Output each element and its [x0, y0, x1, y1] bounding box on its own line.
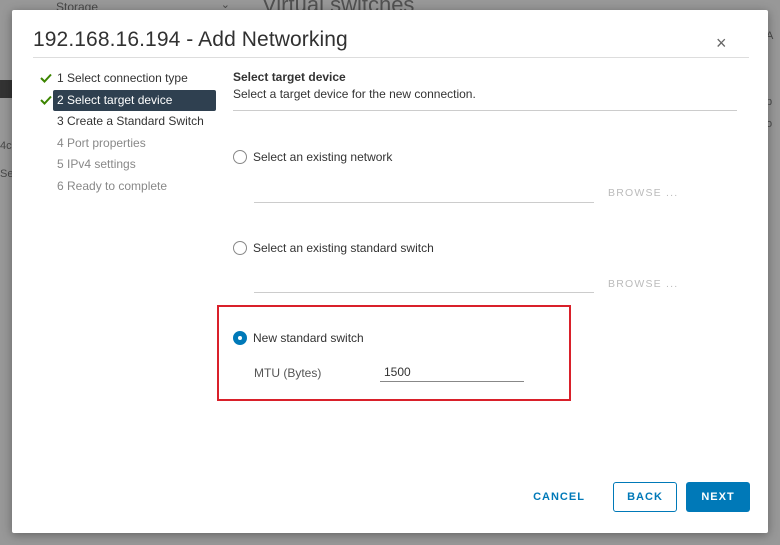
radio-button[interactable] — [233, 150, 247, 164]
highlight-box — [217, 305, 571, 401]
step-label: 5 IPv4 settings — [57, 157, 136, 171]
section-description: Select a target device for the new conne… — [233, 87, 476, 101]
section-title: Select target device — [233, 70, 346, 84]
step-create-standard-switch[interactable]: 3 Create a Standard Switch — [40, 111, 218, 133]
step-label: 6 Ready to complete — [57, 178, 168, 193]
step-label: 2 Select target device — [53, 89, 216, 111]
step-port-properties: 4 Port properties — [40, 133, 218, 155]
next-button[interactable]: NEXT — [686, 482, 750, 512]
radio-existing-network[interactable]: Select an existing network — [233, 150, 392, 164]
target-device-panel: Select target device Select a target dev… — [233, 70, 737, 382]
radio-label: Select an existing network — [253, 150, 393, 164]
dialog-title: 192.168.16.194 - Add Networking — [33, 28, 348, 51]
browse-switch-button: BROWSE ... — [608, 278, 679, 290]
browse-network-button: BROWSE ... — [608, 187, 679, 199]
step-select-connection-type[interactable]: 1 Select connection type — [40, 68, 218, 90]
step-ipv4-settings: 5 IPv4 settings — [40, 154, 218, 176]
radio-label: Select an existing standard switch — [253, 241, 434, 255]
check-icon — [40, 73, 52, 83]
section-divider — [233, 110, 737, 111]
step-label: 3 Create a Standard Switch — [57, 114, 204, 128]
cancel-button[interactable]: CANCEL — [528, 482, 590, 512]
step-select-target-device[interactable]: 2 Select target device — [40, 89, 218, 112]
existing-switch-field — [254, 292, 594, 293]
step-label: 4 Port properties — [57, 135, 146, 150]
add-networking-dialog: 192.168.16.194 - Add Networking × 1 Sele… — [12, 10, 768, 533]
close-icon[interactable]: × — [716, 34, 727, 52]
radio-existing-switch[interactable]: Select an existing standard switch — [233, 241, 434, 255]
existing-network-field — [254, 202, 594, 203]
step-label: 1 Select connection type — [57, 71, 188, 85]
radio-button[interactable] — [233, 241, 247, 255]
wizard-steps: 1 Select connection type 2 Select target… — [40, 68, 218, 197]
back-button[interactable]: BACK — [613, 482, 677, 512]
step-ready-to-complete: 6 Ready to complete — [40, 176, 218, 198]
title-divider — [33, 57, 749, 58]
check-icon — [40, 95, 52, 105]
